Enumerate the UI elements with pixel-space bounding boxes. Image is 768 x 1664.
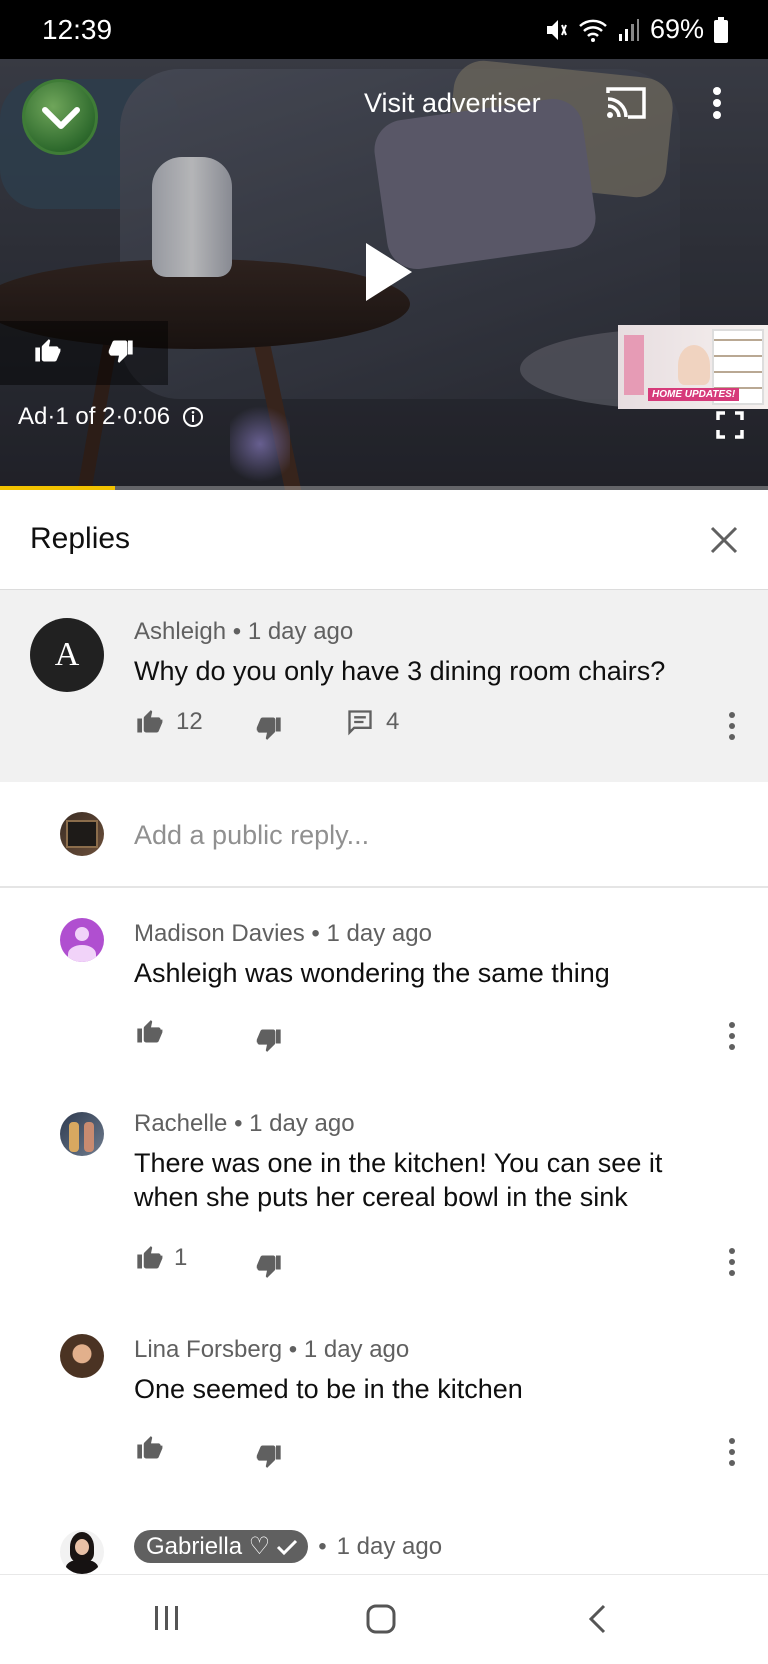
list-item: Rachelle • 1 day ago There was one in th… bbox=[0, 1078, 768, 1304]
reply-input[interactable]: Add a public reply... bbox=[134, 820, 369, 851]
avatar[interactable] bbox=[60, 1112, 104, 1156]
meta-separator: • bbox=[311, 920, 320, 947]
thumb-down-icon[interactable] bbox=[106, 337, 136, 365]
comment-meta: Madison Davies • 1 day ago bbox=[134, 920, 432, 948]
next-video-thumbnail[interactable]: HOME UPDATES! bbox=[618, 325, 768, 409]
meta-separator: • bbox=[288, 1336, 298, 1363]
list-item: Madison Davies • 1 day ago Ashleigh was … bbox=[0, 888, 768, 1078]
thumbnail-label: HOME UPDATES! bbox=[648, 388, 740, 401]
creator-badge[interactable]: Gabriella ♡ bbox=[134, 1530, 309, 1563]
reply-count-action[interactable]: 4 bbox=[346, 708, 399, 736]
thumb-up-icon[interactable] bbox=[134, 1434, 164, 1462]
comment-time: 1 day ago bbox=[336, 1532, 443, 1560]
avatar[interactable] bbox=[60, 1530, 104, 1574]
more-vert-icon[interactable] bbox=[728, 1438, 736, 1466]
video-player[interactable]: Visit advertiser HOME UPDATES! Ad·1 of 2… bbox=[0, 59, 768, 490]
status-time: 12:39 bbox=[42, 14, 113, 45]
thumb-up-icon[interactable] bbox=[134, 1018, 164, 1046]
home-icon[interactable] bbox=[365, 1603, 397, 1635]
close-icon[interactable] bbox=[710, 526, 738, 554]
ad-rating-box bbox=[0, 321, 168, 385]
comment-time: 1 day ago bbox=[326, 920, 432, 947]
signal-icon bbox=[618, 18, 639, 41]
recents-icon[interactable] bbox=[152, 1603, 182, 1633]
comment-meta: Gabriella ♡ • 1 day ago bbox=[134, 1530, 442, 1563]
status-bar: 12:39 69% bbox=[0, 0, 768, 59]
ad-info: Ad·1 of 2·0:06 bbox=[18, 403, 204, 431]
avatar bbox=[60, 812, 104, 856]
reply-count: 4 bbox=[386, 708, 400, 735]
info-icon[interactable] bbox=[182, 406, 204, 428]
comment-time: 1 day ago bbox=[249, 1110, 355, 1137]
comment-author[interactable]: Rachelle bbox=[134, 1110, 227, 1137]
more-vert-icon[interactable] bbox=[728, 1248, 736, 1276]
comment-author[interactable]: Lina Forsberg bbox=[134, 1336, 282, 1363]
list-item: Lina Forsberg • 1 day ago One seemed to … bbox=[0, 1304, 768, 1494]
page-title: Replies bbox=[30, 522, 131, 555]
comment-text: One seemed to be in the kitchen bbox=[134, 1374, 523, 1404]
advertiser-logo[interactable] bbox=[22, 79, 98, 155]
avatar[interactable]: A bbox=[30, 618, 104, 692]
ad-counter: Ad·1 of 2·0:06 bbox=[18, 403, 171, 430]
back-icon[interactable] bbox=[586, 1603, 608, 1635]
fullscreen-icon[interactable] bbox=[716, 411, 744, 439]
comment-author[interactable]: Ashleigh bbox=[134, 618, 226, 645]
comment-meta: Lina Forsberg • 1 day ago bbox=[134, 1336, 409, 1364]
thumb-up-icon[interactable] bbox=[32, 337, 62, 365]
list-item: Gabriella ♡ • 1 day ago bbox=[0, 1494, 768, 1574]
wifi-icon bbox=[579, 19, 607, 42]
thumb-down-icon[interactable] bbox=[254, 1442, 284, 1470]
like-action[interactable]: 12 bbox=[134, 708, 203, 736]
meta-separator: • bbox=[232, 618, 242, 645]
battery-percent: 69% bbox=[649, 14, 704, 44]
check-icon bbox=[277, 1539, 298, 1555]
like-count: 12 bbox=[176, 708, 203, 735]
comment-time: 1 day ago bbox=[247, 618, 354, 645]
more-vert-icon[interactable] bbox=[712, 87, 722, 119]
meta-separator: • bbox=[234, 1110, 243, 1137]
comment-meta: Ashleigh • 1 day ago bbox=[134, 618, 353, 646]
comment-meta: Rachelle • 1 day ago bbox=[134, 1110, 355, 1138]
battery-icon bbox=[714, 16, 728, 43]
avatar[interactable] bbox=[60, 1334, 104, 1378]
comment-time: 1 day ago bbox=[303, 1336, 410, 1363]
mute-icon bbox=[546, 19, 567, 40]
comment-author[interactable]: Madison Davies bbox=[134, 920, 305, 947]
replies-header: Replies bbox=[0, 490, 768, 590]
chevron-down-icon[interactable] bbox=[39, 102, 83, 134]
like-count: 1 bbox=[174, 1244, 188, 1271]
like-action[interactable]: 1 bbox=[134, 1244, 187, 1272]
cast-icon[interactable] bbox=[604, 85, 648, 121]
thumb-up-icon[interactable] bbox=[134, 708, 164, 736]
comment-text: There was one in the kitchen! You can se… bbox=[134, 1148, 663, 1212]
add-reply-box[interactable]: Add a public reply... bbox=[0, 782, 768, 888]
visit-advertiser-link[interactable]: Visit advertiser bbox=[364, 88, 541, 119]
thumb-down-icon[interactable] bbox=[254, 714, 284, 742]
thumb-down-icon[interactable] bbox=[254, 1026, 284, 1054]
avatar[interactable] bbox=[60, 918, 104, 962]
more-vert-icon[interactable] bbox=[728, 1022, 736, 1050]
thumb-down-icon[interactable] bbox=[254, 1252, 284, 1280]
meta-separator: • bbox=[318, 1532, 327, 1560]
comment-author: Gabriella ♡ bbox=[146, 1533, 271, 1560]
system-nav-bar bbox=[0, 1574, 768, 1664]
comment-icon[interactable] bbox=[346, 708, 374, 736]
comment-text: Ashleigh was wondering the same thing bbox=[134, 958, 610, 988]
parent-comment: A Ashleigh • 1 day ago Why do you only h… bbox=[0, 590, 768, 782]
play-icon[interactable] bbox=[364, 241, 414, 303]
thumb-up-icon[interactable] bbox=[134, 1244, 164, 1272]
comment-text: Why do you only have 3 dining room chair… bbox=[134, 656, 666, 686]
more-vert-icon[interactable] bbox=[728, 712, 736, 740]
